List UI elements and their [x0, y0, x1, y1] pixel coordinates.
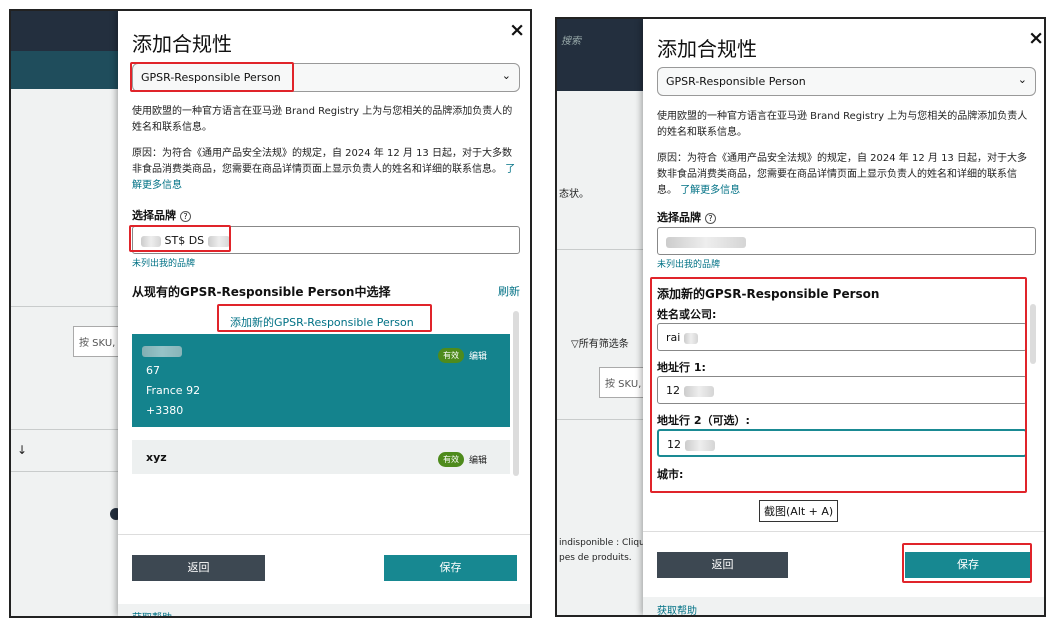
compliance-type-value: GPSR-Responsible Person [666, 75, 806, 88]
background-french-text: pes de produits. [559, 553, 632, 563]
address-line-1-value: 12 [666, 384, 680, 397]
brand-not-listed-link[interactable]: 未列出我的品牌 [657, 257, 720, 270]
address-line-2-label: 地址行 2（可选）: [657, 414, 750, 427]
reason-text: 原因：为符合《通用产品安全法规》的规定，自 2024 年 12 月 13 日起，… [132, 148, 516, 191]
redacted-text [683, 332, 698, 344]
chevron-down-icon: ⌄ [501, 69, 511, 82]
brand-value: ST$ DS [164, 234, 205, 247]
background-status-text: 态状。 [559, 189, 589, 200]
background-divider [11, 471, 121, 472]
brand-label: 选择品牌? [657, 209, 716, 225]
address-line-2-input[interactable]: 12 [657, 429, 1027, 457]
back-button[interactable]: 返回 [657, 552, 788, 578]
get-help-link[interactable]: 获取帮助 [132, 609, 172, 616]
background-search-label: 搜索 [561, 36, 581, 47]
redacted-text [684, 439, 715, 451]
save-button[interactable]: 保存 [384, 555, 517, 581]
choose-existing-heading: 从现有的GPSR-Responsible Person中选择 [132, 285, 391, 299]
status-badge: 有效 [438, 348, 464, 363]
background-header [11, 11, 121, 51]
left-screenshot-panel: 按 SKU, ↓ 添加合规性 × GPSR-Responsible Person… [9, 9, 532, 618]
person-list: 67 France 92 +3380 有效 编辑 xyz 有效 编辑 [132, 334, 510, 474]
modal-description: 使用欧盟的一种官方语言在亚马逊 Brand Registry 上为与您相关的品牌… [657, 111, 1028, 138]
address-line-1-input[interactable]: 12 [657, 376, 1027, 404]
modal-description: 使用欧盟的一种官方语言在亚马逊 Brand Registry 上为与您相关的品牌… [132, 106, 513, 133]
name-label: 姓名或公司: [657, 308, 717, 321]
city-label: 城市: [657, 468, 684, 481]
edit-link[interactable]: 编辑 [469, 453, 487, 466]
background-divider [11, 429, 121, 430]
modal-footer: 返回 保存 获取帮助 [643, 531, 1044, 615]
edit-link[interactable]: 编辑 [469, 349, 487, 362]
add-new-person-link[interactable]: 添加新的GPSR-Responsible Person [230, 314, 414, 330]
add-compliance-modal: 添加合规性 × GPSR-Responsible Person ⌄ 使用欧盟的一… [643, 19, 1044, 615]
background-band [557, 57, 647, 91]
modal-title: 添加合规性 [657, 37, 757, 61]
get-help-link[interactable]: 获取帮助 [657, 602, 697, 615]
back-button[interactable]: 返回 [132, 555, 265, 581]
filter-icon: ▽ [571, 339, 579, 350]
name-value: rai [666, 331, 681, 344]
background-search-input[interactable]: 按 SKU, [599, 367, 647, 398]
name-input[interactable]: rai [657, 323, 1027, 351]
background-band [11, 51, 121, 89]
redacted-text [142, 346, 182, 357]
background-divider [557, 249, 647, 250]
modal-title: 添加合规性 [132, 32, 232, 56]
form-scrollbar[interactable] [1030, 304, 1036, 364]
address-line-2-value: 12 [667, 438, 681, 451]
modal-footer: 返回 保存 获取帮助 [118, 534, 530, 616]
background-divider [11, 306, 121, 307]
right-screenshot-panel: 搜索 态状。 ▽所有筛选条 按 SKU, indisponible : Cliq… [555, 17, 1046, 617]
redacted-text [683, 385, 714, 397]
close-icon[interactable]: × [1028, 27, 1044, 49]
brand-label: 选择品牌? [132, 207, 191, 223]
reason-text: 原因：为符合《通用产品安全法规》的规定，自 2024 年 12 月 13 日起，… [657, 153, 1027, 196]
learn-more-link[interactable]: 了解更多信息 [680, 185, 740, 196]
list-scrollbar[interactable] [513, 311, 519, 476]
close-icon[interactable]: × [509, 19, 525, 41]
save-button[interactable]: 保存 [905, 552, 1031, 578]
screenshot-tooltip: 截图(Alt + A) [759, 500, 839, 522]
chevron-down-icon: ⌄ [1017, 73, 1027, 86]
redacted-text [666, 236, 746, 248]
help-bar: 获取帮助 [118, 604, 530, 616]
compliance-type-value: GPSR-Responsible Person [141, 71, 281, 84]
redacted-text [141, 235, 161, 247]
person-card[interactable]: xyz 有效 编辑 [132, 440, 510, 474]
compliance-type-select[interactable]: GPSR-Responsible Person ⌄ [657, 67, 1036, 96]
background-search-input[interactable]: 按 SKU, [73, 326, 121, 357]
status-badge: 有效 [438, 452, 464, 467]
address-line-1-label: 地址行 1: [657, 361, 706, 374]
help-circle-icon[interactable]: ? [705, 213, 716, 224]
refresh-link[interactable]: 刷新 [498, 283, 520, 299]
brand-input[interactable]: ST$ DS [132, 226, 520, 254]
background-filter[interactable]: ▽所有筛选条 [571, 335, 629, 350]
compliance-type-select[interactable]: GPSR-Responsible Person ⌄ [132, 63, 520, 92]
help-circle-icon[interactable]: ? [180, 211, 191, 222]
add-new-person-heading: 添加新的GPSR-Responsible Person [657, 287, 880, 301]
background-french-text: indisponible : Cliqu [559, 538, 645, 548]
redacted-text [207, 235, 230, 247]
brand-not-listed-link[interactable]: 未列出我的品牌 [132, 256, 195, 269]
help-bar: 获取帮助 [643, 597, 1044, 615]
brand-input[interactable] [657, 227, 1036, 255]
add-compliance-modal: 添加合规性 × GPSR-Responsible Person ⌄ 使用欧盟的一… [118, 11, 530, 616]
background-divider [557, 419, 647, 420]
person-card-selected[interactable]: 67 France 92 +3380 有效 编辑 [132, 334, 510, 427]
background-sort-arrow[interactable]: ↓ [17, 443, 27, 457]
